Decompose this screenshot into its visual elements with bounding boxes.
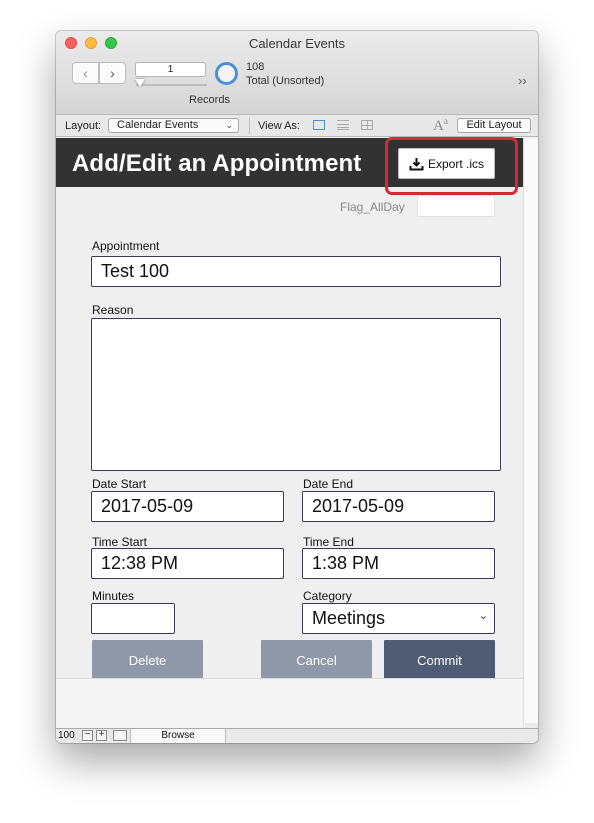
toolbar-divider: [249, 118, 250, 134]
export-ics-label: Export .ics: [427, 156, 484, 171]
title-toolbar: Calendar Events ‹ › 1 Records 108 Total …: [56, 31, 538, 115]
toggle-toolbar-icon[interactable]: [113, 730, 127, 741]
double-chevron-right-icon[interactable]: ››: [518, 73, 527, 88]
appointment-label: Appointment: [92, 239, 160, 253]
appointment-field[interactable]: Test 100: [91, 256, 501, 287]
category-label: Category: [303, 589, 352, 603]
table-view-icon[interactable]: [361, 120, 373, 130]
chevron-down-icon: ⌄: [225, 120, 233, 130]
export-ics-button[interactable]: Export .ics: [398, 148, 495, 179]
status-bar: 100 − + Browse: [56, 728, 538, 743]
zoom-out-button[interactable]: −: [82, 730, 93, 741]
total-sort-status: Total (Unsorted): [246, 75, 325, 87]
time-start-label: Time Start: [92, 535, 147, 549]
flag-allday-field[interactable]: [417, 195, 495, 217]
time-end-field[interactable]: 1:38 PM: [302, 548, 495, 579]
minutes-label: Minutes: [92, 589, 135, 603]
date-start-label: Date Start: [92, 477, 147, 491]
records-label: Records: [189, 94, 230, 106]
delete-button[interactable]: Delete: [92, 640, 203, 681]
window-title: Calendar Events: [248, 36, 346, 51]
app-window: Calendar Events ‹ › 1 Records 108 Total …: [56, 31, 538, 743]
previous-record-button[interactable]: ‹: [72, 62, 99, 84]
layout-select[interactable]: Calendar Events ⌄: [108, 118, 239, 133]
layout-label: Layout:: [65, 120, 102, 132]
record-slider-track[interactable]: [136, 84, 207, 86]
flag-allday-label: Flag_AllDay: [340, 200, 405, 214]
page-title: Add/Edit an Appointment: [72, 150, 362, 177]
total-record-count: 108: [246, 61, 265, 73]
category-select-value: Meetings: [312, 608, 386, 628]
reason-field[interactable]: [91, 318, 501, 471]
list-view-icon[interactable]: [337, 120, 349, 130]
chevron-left-icon: ‹: [83, 65, 88, 81]
zoom-level[interactable]: 100: [58, 730, 75, 741]
vertical-scrollbar[interactable]: [523, 138, 538, 723]
current-record-input[interactable]: 1: [135, 62, 206, 77]
edit-layout-button[interactable]: Edit Layout: [457, 118, 531, 133]
mode-popup[interactable]: Browse: [130, 729, 226, 743]
layout-bar: Layout: Calendar Events ⌄ View As: Aa Ed…: [56, 115, 538, 137]
form-footer: [56, 678, 523, 728]
record-slider-handle[interactable]: [135, 79, 145, 87]
time-end-label: Time End: [303, 535, 354, 549]
date-end-field[interactable]: 2017-05-09: [302, 491, 495, 522]
date-start-field[interactable]: 2017-05-09: [91, 491, 284, 522]
chevron-down-icon: ⌄: [478, 610, 488, 622]
form-view-icon[interactable]: [313, 120, 325, 130]
form-header: Add/Edit an Appointment Export .ics: [56, 138, 523, 187]
date-end-label: Date End: [303, 477, 354, 491]
download-icon: [409, 157, 424, 170]
minutes-field[interactable]: [91, 603, 175, 634]
chevron-right-icon: ›: [110, 65, 115, 81]
view-as-label: View As:: [258, 120, 300, 132]
layout-select-value: Calendar Events: [117, 119, 199, 131]
next-record-button[interactable]: ›: [99, 62, 126, 84]
cancel-button[interactable]: Cancel: [261, 640, 372, 681]
time-start-field[interactable]: 12:38 PM: [91, 548, 284, 579]
zoom-in-button[interactable]: +: [96, 730, 107, 741]
reason-label: Reason: [92, 303, 134, 317]
category-select[interactable]: Meetings ⌄: [302, 603, 495, 634]
commit-button[interactable]: Commit: [384, 640, 495, 681]
found-set-pie-icon[interactable]: [215, 62, 238, 85]
form-content: Add/Edit an Appointment Export .ics Flag…: [56, 137, 523, 681]
text-formatting-icon[interactable]: Aa: [433, 116, 448, 135]
